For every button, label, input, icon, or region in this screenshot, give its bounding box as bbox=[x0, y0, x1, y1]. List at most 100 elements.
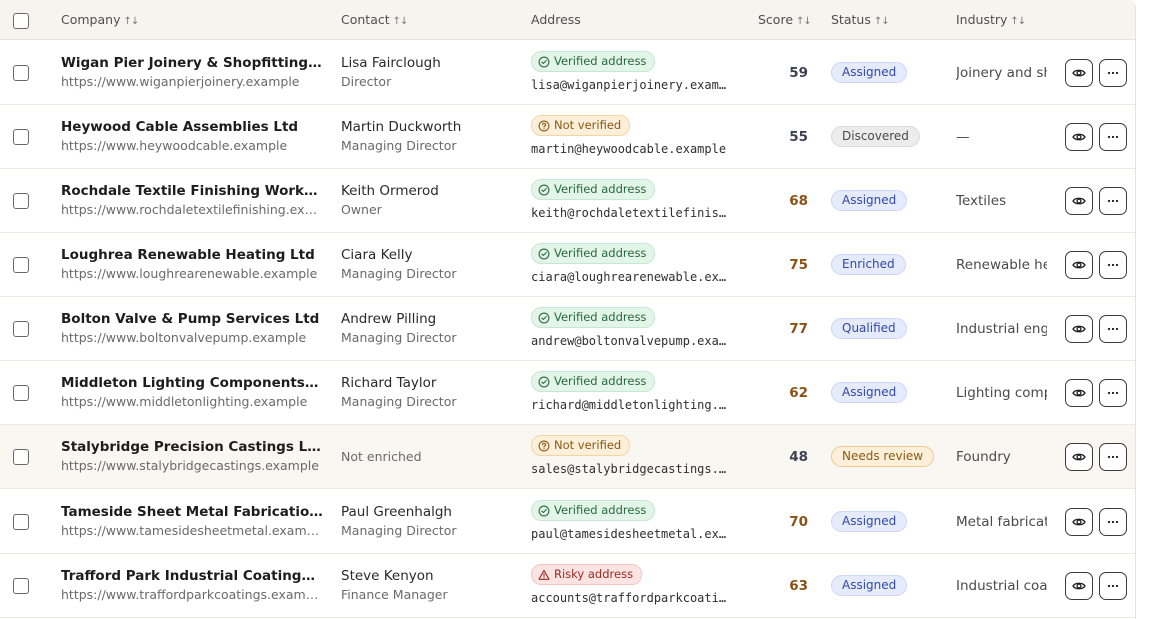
address-status-label: Not verified bbox=[554, 438, 622, 452]
company-website[interactable]: https://www.middletonlighting.example bbox=[61, 394, 323, 409]
view-button[interactable] bbox=[1065, 123, 1093, 151]
more-horizontal-icon bbox=[1107, 199, 1119, 203]
table-row[interactable]: Tameside Sheet Metal Fabrications Ltd htt… bbox=[0, 490, 1135, 554]
column-header-score[interactable]: Score ↑↓ bbox=[758, 12, 812, 27]
table-row[interactable]: Trafford Park Industrial Coatings Ltd htt… bbox=[0, 554, 1135, 618]
check-circle-icon bbox=[538, 376, 550, 387]
contact-email[interactable]: accounts@traffordparkcoatings.example bbox=[531, 591, 729, 605]
row-checkbox[interactable] bbox=[13, 321, 29, 337]
eye-icon bbox=[1072, 389, 1086, 397]
company-website[interactable]: https://www.heywoodcable.example bbox=[61, 138, 323, 153]
column-header-status[interactable]: Status ↑↓ bbox=[831, 12, 890, 27]
question-circle-icon bbox=[538, 440, 550, 451]
row-checkbox[interactable] bbox=[13, 578, 29, 594]
status-badge: Assigned bbox=[831, 382, 908, 403]
column-header-company[interactable]: Company ↑↓ bbox=[61, 12, 139, 27]
table-row[interactable]: Wigan Pier Joinery & Shopfitting Ltd http… bbox=[0, 41, 1135, 105]
address-status-badge: Verified address bbox=[531, 371, 656, 392]
company-website[interactable]: https://www.rochdaletextilefinishing.exa… bbox=[61, 202, 323, 217]
view-button[interactable] bbox=[1065, 59, 1093, 87]
company-name[interactable]: Heywood Cable Assemblies Ltd bbox=[61, 119, 323, 135]
question-circle-icon bbox=[538, 120, 550, 131]
row-checkbox[interactable] bbox=[13, 129, 29, 145]
company-website[interactable]: https://www.boltonvalvepump.example bbox=[61, 330, 323, 345]
view-button[interactable] bbox=[1065, 508, 1093, 536]
industry-label: Industrial engineering bbox=[956, 321, 1047, 337]
contact-email[interactable]: sales@stalybridgecastings.example bbox=[531, 462, 729, 476]
company-website[interactable]: https://www.loughrearenewable.example bbox=[61, 266, 323, 281]
contact-email[interactable]: martin@heywoodcable.example bbox=[531, 142, 729, 156]
more-actions-button[interactable] bbox=[1099, 59, 1127, 87]
company-name[interactable]: Wigan Pier Joinery & Shopfitting Ltd bbox=[61, 55, 323, 71]
view-button[interactable] bbox=[1065, 572, 1093, 600]
company-website[interactable]: https://www.traffordparkcoatings.example bbox=[61, 587, 323, 602]
contact-email[interactable]: richard@middletonlighting.example bbox=[531, 398, 729, 412]
lead-score: 62 bbox=[789, 385, 808, 401]
view-button[interactable] bbox=[1065, 379, 1093, 407]
table-row[interactable]: Middleton Lighting Components Ltd https:/… bbox=[0, 361, 1135, 425]
more-actions-button[interactable] bbox=[1099, 443, 1127, 471]
company-name[interactable]: Middleton Lighting Components Ltd bbox=[61, 375, 323, 391]
more-actions-button[interactable] bbox=[1099, 123, 1127, 151]
more-actions-button[interactable] bbox=[1099, 251, 1127, 279]
more-horizontal-icon bbox=[1107, 135, 1119, 139]
contact-email[interactable]: paul@tamesidesheetmetal.example bbox=[531, 527, 729, 541]
select-all-checkbox[interactable] bbox=[13, 13, 29, 29]
table-row[interactable]: Bolton Valve & Pump Services Ltd https://… bbox=[0, 297, 1135, 361]
contact-email[interactable]: andrew@boltonvalvepump.example bbox=[531, 334, 729, 348]
industry-label: Joinery and shopfitting bbox=[956, 65, 1047, 81]
company-website[interactable]: https://www.wiganpierjoinery.example bbox=[61, 74, 323, 89]
address-status-badge: Verified address bbox=[531, 51, 656, 72]
contact-name: Paul Greenhalgh bbox=[341, 504, 452, 520]
row-checkbox[interactable] bbox=[13, 65, 29, 81]
address-status-label: Verified address bbox=[554, 246, 647, 260]
table-row[interactable]: Stalybridge Precision Castings Ltd https:… bbox=[0, 425, 1135, 489]
company-website[interactable]: https://www.stalybridgecastings.example bbox=[61, 458, 323, 473]
more-actions-button[interactable] bbox=[1099, 315, 1127, 343]
table-row[interactable]: Rochdale Textile Finishing Works Ltd http… bbox=[0, 169, 1135, 233]
contact-role: Finance Manager bbox=[341, 587, 448, 602]
eye-icon bbox=[1072, 197, 1086, 205]
contact-role: Managing Director bbox=[341, 523, 457, 538]
table-row[interactable]: Heywood Cable Assemblies Ltd https://www.… bbox=[0, 105, 1135, 169]
sort-icon: ↑↓ bbox=[392, 16, 409, 27]
contact-name: Keith Ormerod bbox=[341, 183, 439, 199]
address-status-label: Verified address bbox=[554, 54, 647, 68]
more-actions-button[interactable] bbox=[1099, 508, 1127, 536]
contact-name: Lisa Fairclough bbox=[341, 55, 441, 71]
column-header-industry[interactable]: Industry ↑↓ bbox=[956, 12, 1026, 27]
contact-role: Managing Director bbox=[341, 138, 457, 153]
company-website[interactable]: https://www.tamesidesheetmetal.example bbox=[61, 523, 323, 538]
table-row[interactable]: Loughrea Renewable Heating Ltd https://ww… bbox=[0, 233, 1135, 297]
row-checkbox[interactable] bbox=[13, 514, 29, 530]
lead-score: 70 bbox=[789, 514, 808, 530]
view-button[interactable] bbox=[1065, 443, 1093, 471]
row-checkbox[interactable] bbox=[13, 257, 29, 273]
row-checkbox[interactable] bbox=[13, 449, 29, 465]
sort-icon: ↑↓ bbox=[796, 16, 812, 27]
more-actions-button[interactable] bbox=[1099, 187, 1127, 215]
more-horizontal-icon bbox=[1107, 71, 1119, 75]
contact-email[interactable]: lisa@wiganpierjoinery.example bbox=[531, 78, 729, 92]
company-name[interactable]: Trafford Park Industrial Coatings Ltd bbox=[61, 568, 323, 584]
company-name[interactable]: Bolton Valve & Pump Services Ltd bbox=[61, 311, 323, 327]
company-name[interactable]: Rochdale Textile Finishing Works Ltd bbox=[61, 183, 323, 199]
row-checkbox[interactable] bbox=[13, 385, 29, 401]
more-actions-button[interactable] bbox=[1099, 572, 1127, 600]
company-name[interactable]: Tameside Sheet Metal Fabrications Ltd bbox=[61, 504, 323, 520]
company-name[interactable]: Loughrea Renewable Heating Ltd bbox=[61, 247, 323, 263]
eye-icon bbox=[1072, 69, 1086, 77]
view-button[interactable] bbox=[1065, 251, 1093, 279]
contact-name: Andrew Pilling bbox=[341, 311, 437, 327]
company-name[interactable]: Stalybridge Precision Castings Ltd bbox=[61, 439, 323, 455]
more-actions-button[interactable] bbox=[1099, 379, 1127, 407]
address-status-label: Verified address bbox=[554, 310, 647, 324]
view-button[interactable] bbox=[1065, 315, 1093, 343]
column-header-contact[interactable]: Contact ↑↓ bbox=[341, 12, 409, 27]
row-checkbox[interactable] bbox=[13, 193, 29, 209]
contact-email[interactable]: ciara@loughrearenewable.example bbox=[531, 270, 729, 284]
eye-icon bbox=[1072, 261, 1086, 269]
view-button[interactable] bbox=[1065, 187, 1093, 215]
contact-email[interactable]: keith@rochdaletextilefinishing.example bbox=[531, 206, 729, 220]
industry-label: Lighting components bbox=[956, 385, 1047, 401]
